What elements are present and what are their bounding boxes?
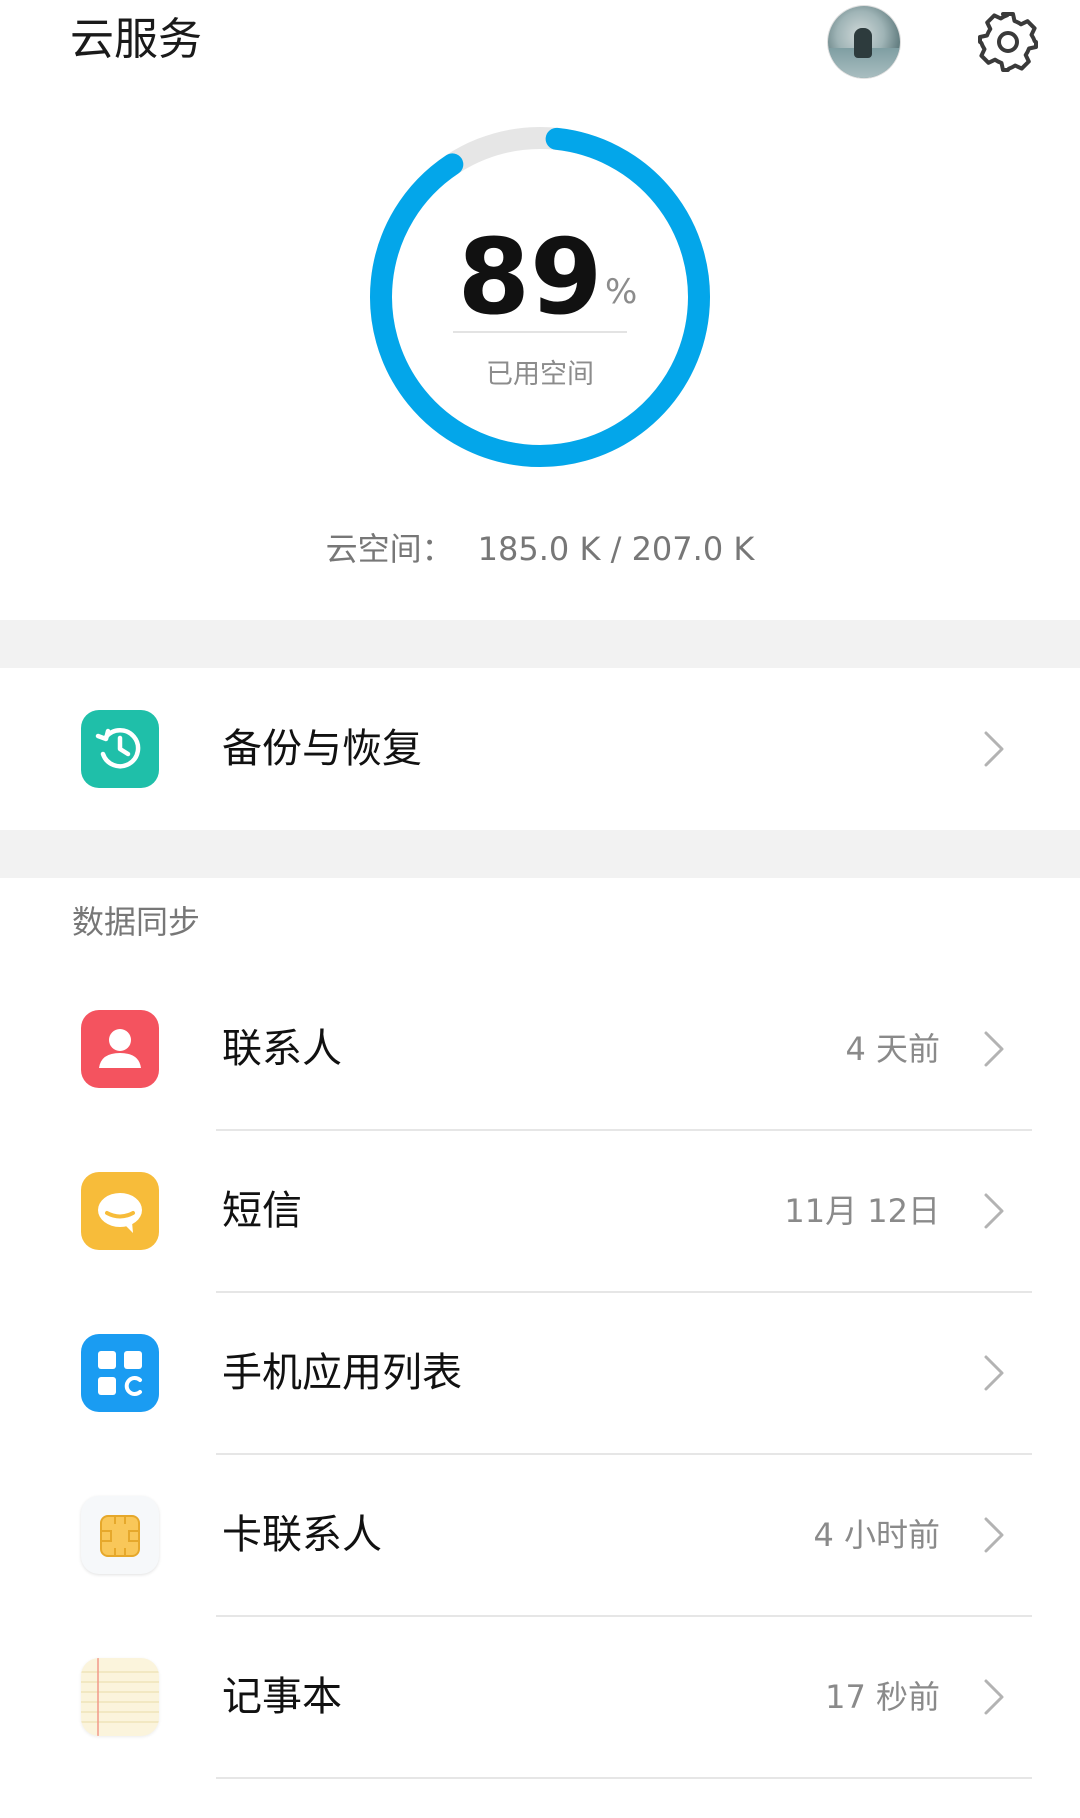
sync-item-time: 4 天前 bbox=[845, 1030, 940, 1068]
chevron-right-icon bbox=[984, 1355, 1004, 1391]
avatar-figure bbox=[854, 28, 872, 58]
clock-restore-icon bbox=[81, 710, 159, 788]
backup-restore-row[interactable]: 备份与恢复 bbox=[0, 668, 1080, 830]
row-divider bbox=[216, 1777, 1032, 1779]
sync-item-notepad[interactable]: 记事本 17 秒前 bbox=[0, 1616, 1080, 1778]
avatar[interactable] bbox=[828, 6, 900, 78]
contacts-icon bbox=[81, 1010, 159, 1088]
notepad-icon bbox=[81, 1658, 159, 1736]
chevron-right-icon bbox=[984, 1517, 1004, 1553]
chevron-right-icon bbox=[984, 731, 1004, 767]
chevron-right-icon bbox=[984, 1679, 1004, 1715]
cloud-space-label: 云空间： bbox=[325, 530, 454, 568]
sync-item-label: 记事本 bbox=[222, 1674, 342, 1720]
backup-restore-label: 备份与恢复 bbox=[222, 726, 422, 772]
sim-card-icon bbox=[81, 1496, 159, 1574]
sync-item-sim-contacts[interactable]: 卡联系人 4 小时前 bbox=[0, 1454, 1080, 1616]
used-percent: 89 bbox=[369, 222, 711, 332]
sync-item-contacts[interactable]: 联系人 4 天前 bbox=[0, 968, 1080, 1130]
sync-item-app-list[interactable]: 手机应用列表 bbox=[0, 1292, 1080, 1454]
sync-item-label: 卡联系人 bbox=[222, 1512, 382, 1558]
page-title: 云服务 bbox=[70, 14, 202, 65]
message-icon bbox=[81, 1172, 159, 1250]
chevron-right-icon bbox=[984, 1193, 1004, 1229]
sync-item-label: 联系人 bbox=[222, 1026, 342, 1072]
app-list-icon bbox=[81, 1334, 159, 1412]
sync-item-label: 手机应用列表 bbox=[222, 1350, 462, 1396]
sync-item-time: 17 秒前 bbox=[825, 1678, 940, 1716]
section-gap bbox=[0, 620, 1080, 668]
header: 云服务 bbox=[0, 0, 1080, 100]
sync-item-time: 4 小时前 bbox=[813, 1516, 940, 1554]
storage-ring: 89 % 已用空间 bbox=[369, 126, 711, 468]
cloud-space-info: 云空间： 185.0 K / 207.0 K bbox=[0, 524, 1080, 570]
data-sync-section-title: 数据同步 bbox=[72, 903, 201, 941]
sync-item-messages[interactable]: 短信 11月 12日 bbox=[0, 1130, 1080, 1292]
chevron-right-icon bbox=[984, 1031, 1004, 1067]
sync-item-time: 11月 12日 bbox=[784, 1192, 940, 1230]
sync-item-label: 短信 bbox=[222, 1188, 302, 1234]
cloud-space-value: 185.0 K / 207.0 K bbox=[477, 530, 755, 568]
gear-icon[interactable] bbox=[976, 10, 1040, 74]
used-percent-value: 89 bbox=[457, 216, 603, 338]
ring-divider bbox=[453, 331, 627, 333]
section-gap bbox=[0, 830, 1080, 878]
percent-sign: % bbox=[605, 272, 638, 312]
used-space-label: 已用空间 bbox=[486, 359, 594, 390]
